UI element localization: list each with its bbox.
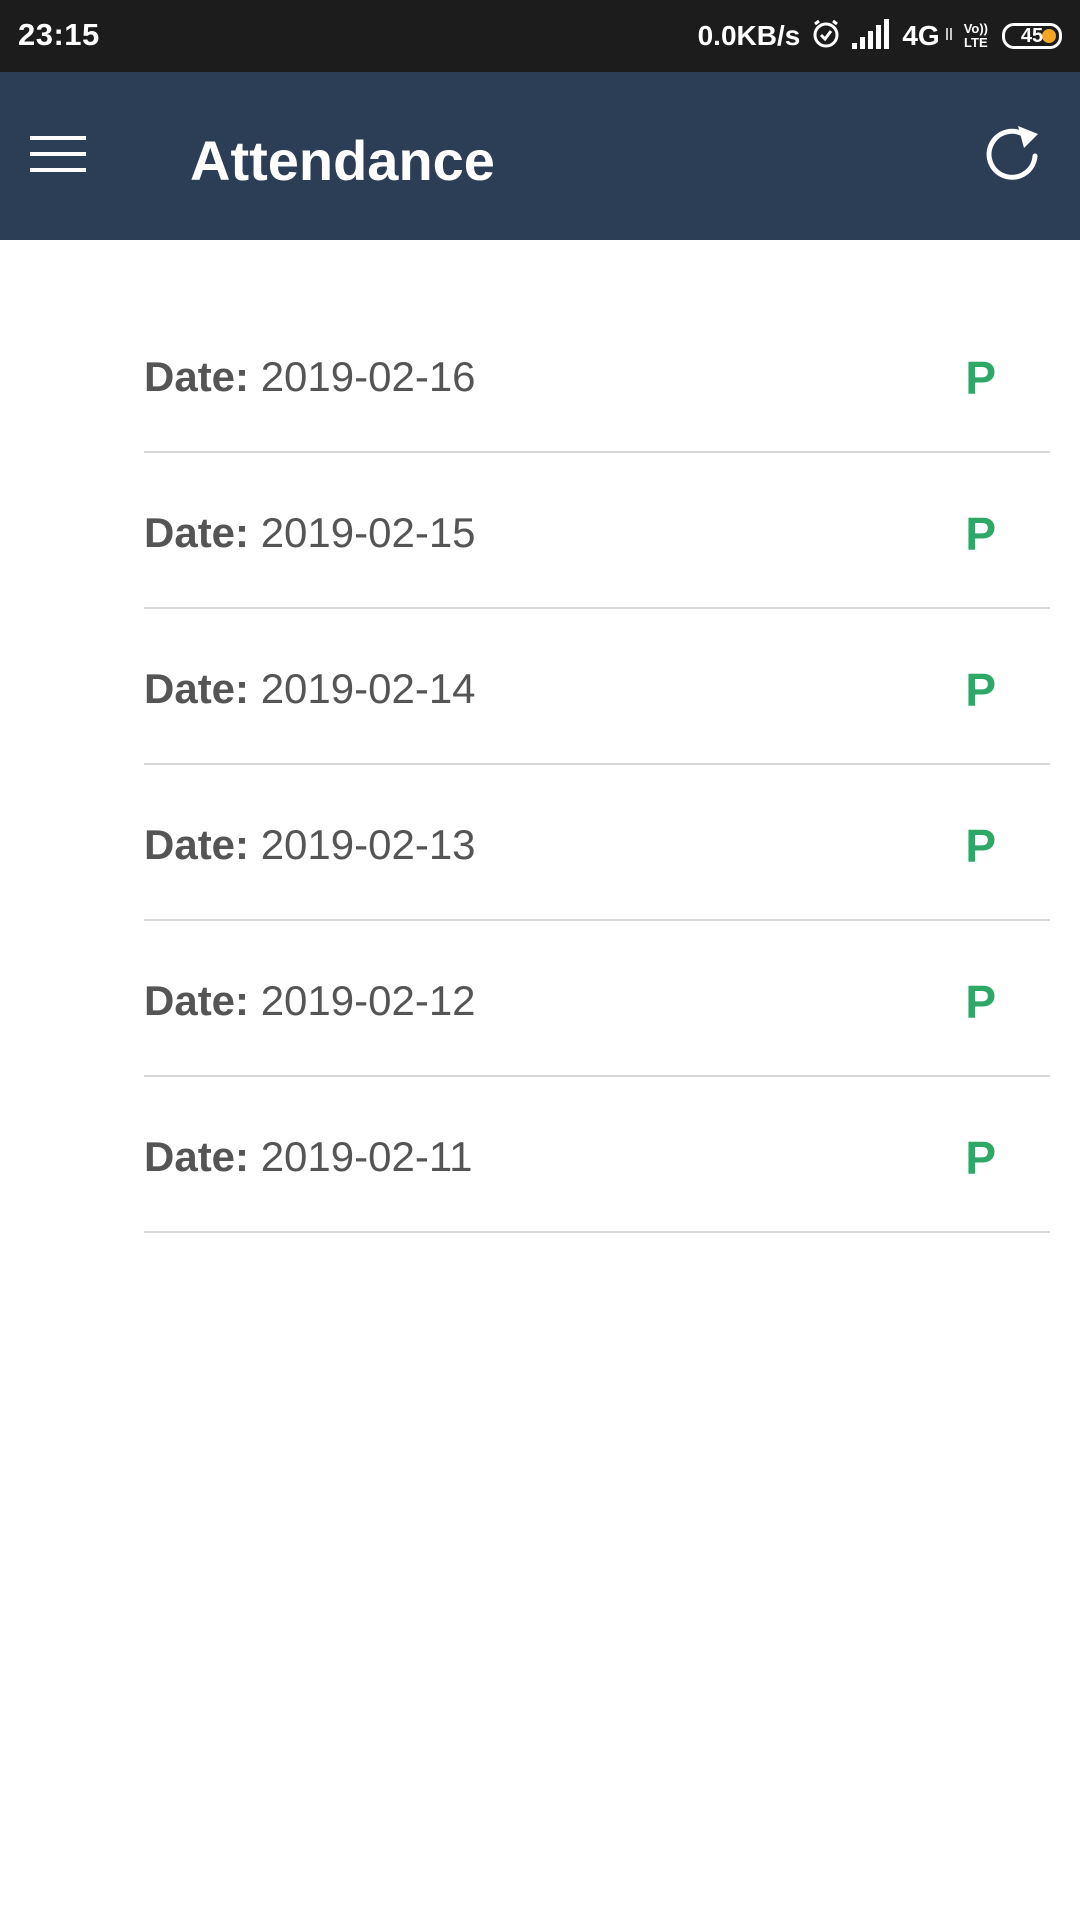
status-icons: 0.0KB/s 4G Vo)) LTE 45 xyxy=(698,16,1062,56)
volte-indicator: Vo)) LTE xyxy=(964,22,988,50)
signal-icon xyxy=(852,18,892,54)
date-label: Date: xyxy=(144,509,250,556)
list-item[interactable]: Date: 2019-02-12 P xyxy=(144,921,1050,1077)
status-badge: P xyxy=(965,664,996,716)
status-badge: P xyxy=(965,508,996,560)
attendance-list: Date: 2019-02-16 P Date: 2019-02-15 P Da… xyxy=(144,297,1050,1233)
volte-bottom: LTE xyxy=(964,35,988,50)
network-speed: 0.0KB/s xyxy=(697,20,801,51)
network-type: 4G xyxy=(902,20,940,51)
list-item[interactable]: Date: 2019-02-14 P xyxy=(144,609,1050,765)
date-value: 2019-02-16 xyxy=(260,353,476,400)
date-label: Date: xyxy=(144,977,250,1024)
date-value: 2019-02-14 xyxy=(260,665,476,712)
date-value: 2019-02-15 xyxy=(260,509,476,556)
date-label: Date: xyxy=(144,665,250,712)
status-bar: 23:15 0.0KB/s 4G Vo)) LTE 45 xyxy=(0,0,1080,72)
date-value: 2019-02-12 xyxy=(260,977,476,1024)
battery-fill xyxy=(1042,29,1056,43)
status-badge: P xyxy=(965,1132,996,1184)
battery-level: 45 xyxy=(1020,24,1044,47)
date-label: Date: xyxy=(144,821,250,868)
list-item[interactable]: Date: 2019-02-15 P xyxy=(144,453,1050,609)
battery-icon: 45 xyxy=(1002,23,1062,49)
page-title: Attendance xyxy=(190,129,495,192)
list-item[interactable]: Date: 2019-02-16 P xyxy=(144,297,1050,453)
date-label: Date: xyxy=(144,1133,250,1180)
date-value: 2019-02-11 xyxy=(260,1133,473,1180)
status-time: 23:15 xyxy=(18,17,100,52)
volte-top: Vo)) xyxy=(963,21,988,36)
list-item[interactable]: Date: 2019-02-11 P xyxy=(144,1077,1050,1233)
status-badge: P xyxy=(965,352,996,404)
hamburger-menu-icon[interactable] xyxy=(30,136,86,174)
status-badge: P xyxy=(965,820,996,872)
list-item[interactable]: Date: 2019-02-13 P xyxy=(144,765,1050,921)
refresh-icon[interactable] xyxy=(980,122,1044,186)
data-arrows-icon xyxy=(944,26,954,47)
date-value: 2019-02-13 xyxy=(260,821,476,868)
app-bar: Attendance xyxy=(0,72,1080,240)
date-label: Date: xyxy=(144,353,250,400)
status-badge: P xyxy=(965,976,996,1028)
alarm-icon xyxy=(810,18,842,55)
